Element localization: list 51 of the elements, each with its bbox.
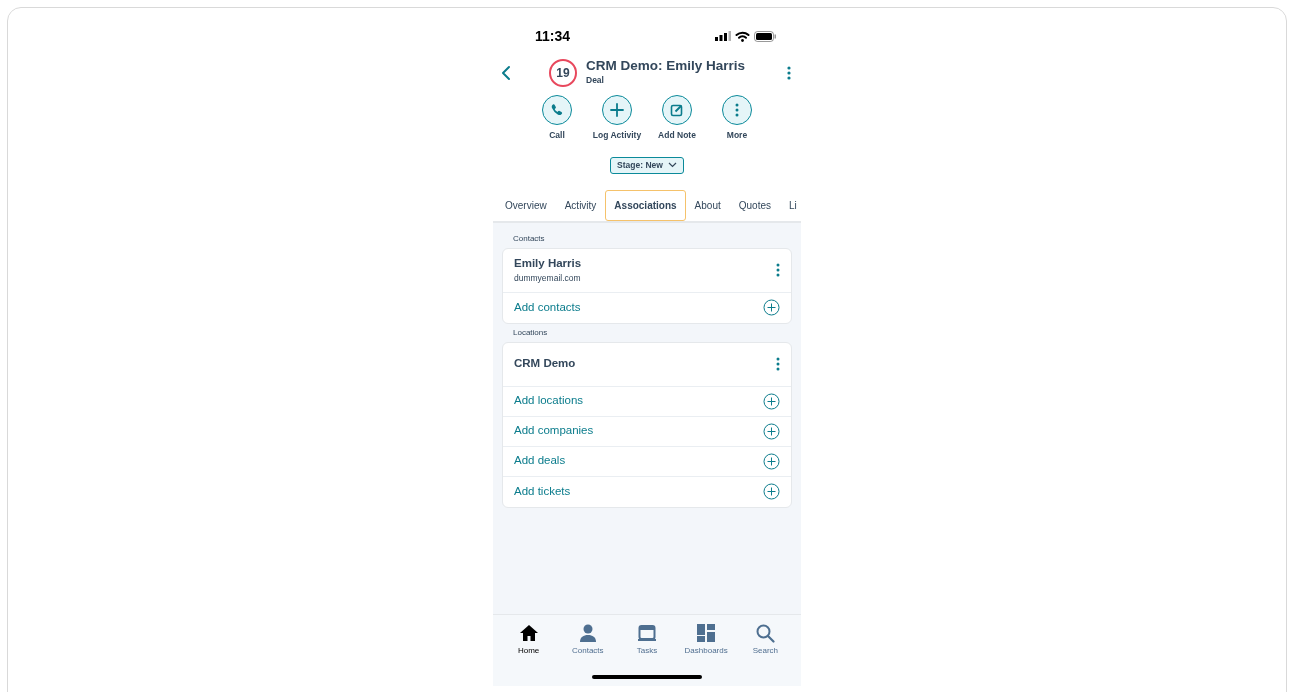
add-button[interactable] xyxy=(763,422,780,440)
battery-icon xyxy=(754,30,777,42)
search-icon xyxy=(755,623,776,643)
wifi-icon xyxy=(735,30,750,42)
nav-tab[interactable]: Dashboards xyxy=(678,623,735,657)
tab[interactable]: Overview xyxy=(496,189,556,221)
tab[interactable]: Quotes xyxy=(729,189,780,221)
caret-icon xyxy=(667,162,677,169)
phone-icon xyxy=(549,102,565,118)
record-name: Emily Harris xyxy=(514,256,582,271)
record-title: CRM Demo: Emily Harris xyxy=(586,59,747,75)
edit-icon xyxy=(669,102,685,118)
record-menu-button[interactable] xyxy=(776,263,780,277)
nav-tab[interactable]: Contacts xyxy=(559,623,616,657)
add-link[interactable]: Add companies xyxy=(514,422,594,440)
add-link[interactable]: Add deals xyxy=(514,452,566,470)
record-type: Deal xyxy=(586,74,605,87)
nav-tab[interactable]: Tasks xyxy=(618,623,675,657)
dashboard-icon xyxy=(696,623,717,643)
section-heading: Locations xyxy=(513,326,549,339)
tab[interactable]: Associations xyxy=(605,189,686,221)
plus-icon xyxy=(609,102,625,118)
record-email: dummyemail.com xyxy=(514,272,582,285)
add-link[interactable]: Add tickets xyxy=(514,482,571,501)
add-link[interactable]: Add locations xyxy=(514,392,584,410)
add-button[interactable] xyxy=(763,483,780,500)
section-heading: Contacts xyxy=(513,232,546,245)
record-menu-button[interactable] xyxy=(776,357,780,371)
person-icon xyxy=(577,623,598,643)
status-time: 11:34 xyxy=(535,26,571,46)
log-button[interactable]: Log Activity xyxy=(587,95,647,142)
home-icon xyxy=(518,623,539,643)
note-button[interactable]: Add Note xyxy=(647,95,707,142)
add-link[interactable]: Add contacts xyxy=(514,298,581,317)
call-button[interactable]: Call xyxy=(527,95,587,142)
tasks-icon xyxy=(636,623,657,643)
count-badge: 19 xyxy=(549,59,577,87)
add-button[interactable] xyxy=(763,299,780,316)
back-button[interactable] xyxy=(501,65,511,81)
add-button[interactable] xyxy=(763,392,780,410)
nav-tab[interactable]: Home xyxy=(500,623,557,657)
more-button[interactable]: More xyxy=(707,95,767,142)
add-button[interactable] xyxy=(763,452,780,470)
nav-tab[interactable]: Search xyxy=(737,623,794,657)
more-menu-button[interactable] xyxy=(787,66,791,80)
stage-dropdown[interactable]: Stage: New xyxy=(610,156,684,174)
tab[interactable]: About xyxy=(685,189,730,221)
tab[interactable]: Li xyxy=(780,189,801,221)
tab[interactable]: Activity xyxy=(555,189,606,221)
signal-icon xyxy=(715,31,731,41)
record-name: CRM Demo xyxy=(514,356,576,372)
